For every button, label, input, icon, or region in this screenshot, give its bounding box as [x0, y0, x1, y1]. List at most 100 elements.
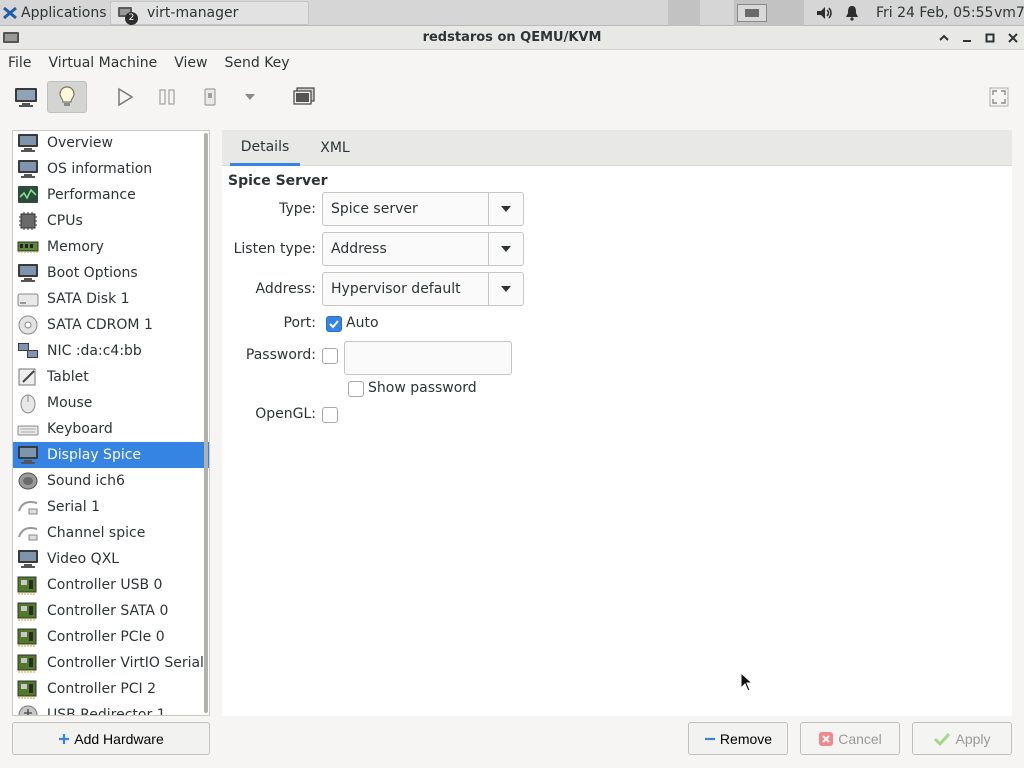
sidebar-item[interactable]: Performance — [13, 182, 209, 208]
user-name: vm7 — [994, 5, 1024, 21]
window-titlebar[interactable]: redstaros on QEMU/KVM — [0, 26, 1024, 50]
tab-details-label: Details — [240, 138, 290, 155]
sidebar-item[interactable]: SATA CDROM 1 — [13, 312, 209, 338]
chevron-up-icon — [939, 34, 949, 41]
sidebar-item[interactable]: Channel spice — [13, 520, 209, 546]
sidebar-item[interactable]: Memory — [13, 234, 209, 260]
password-checkbox[interactable] — [322, 348, 338, 364]
type-combo[interactable]: Spice server — [322, 192, 524, 226]
sidebar-item-label: Controller SATA 0 — [47, 603, 169, 619]
sidebar-item[interactable]: Sound ich6 — [13, 468, 209, 494]
sidebar-item[interactable]: Controller PCI 2 — [13, 676, 209, 702]
plus-icon — [58, 733, 70, 745]
sidebar-item[interactable]: Mouse — [13, 390, 209, 416]
sidebar-item-label: OS information — [47, 161, 153, 177]
hardware-list[interactable]: USB Redirector 1 Controller PCI 2 Controll… — [12, 130, 210, 716]
cpu-chip-icon — [16, 210, 40, 232]
sidebar-item-label: Memory — [47, 239, 104, 255]
sidebar-item[interactable]: OS information — [13, 156, 209, 182]
controller-card-icon — [16, 574, 40, 596]
play-icon — [118, 87, 134, 107]
menu-view[interactable]: View — [174, 55, 207, 71]
type-value: Spice server — [331, 201, 418, 217]
taskbar-task-virt-manager[interactable]: 2 virt-manager — [110, 1, 309, 25]
monitor-icon — [16, 158, 40, 180]
shutdown-button[interactable] — [190, 81, 230, 113]
hard-disk-icon — [16, 288, 40, 310]
password-input[interactable] — [344, 341, 512, 375]
hardware-list-scrollbar[interactable] — [204, 133, 208, 713]
toolbar — [0, 76, 1024, 118]
chevron-down-icon — [501, 206, 511, 212]
sidebar-item[interactable]: Display Spice — [13, 442, 209, 468]
cancel-button[interactable]: Cancel — [800, 722, 900, 755]
remove-button[interactable]: Remove — [688, 722, 788, 755]
sidebar-item[interactable]: Controller VirtIO Serial 0 — [13, 650, 209, 676]
listen-type-dropdown-button[interactable] — [488, 233, 523, 265]
workspace-2[interactable] — [734, 0, 804, 26]
user-menu[interactable]: vm7 — [994, 0, 1024, 26]
sidebar-item-label: SATA Disk 1 — [47, 291, 130, 307]
workspace-window-icon — [737, 4, 767, 22]
sidebar-item[interactable]: Boot Options — [13, 260, 209, 286]
sidebar-item[interactable]: USB Redirector 1 — [13, 702, 209, 716]
maximize-button[interactable] — [981, 29, 999, 47]
details-view-button[interactable] — [47, 81, 87, 113]
shade-button[interactable] — [935, 29, 953, 47]
menu-file[interactable]: File — [8, 55, 31, 71]
volume-icon[interactable] — [815, 0, 835, 26]
opengl-checkbox[interactable] — [322, 407, 338, 423]
password-label: Password: — [245, 347, 316, 363]
monitor-icon — [15, 88, 37, 107]
fullscreen-button[interactable] — [979, 81, 1019, 113]
remove-label: Remove — [719, 730, 773, 747]
speaker-icon — [16, 470, 40, 492]
keyboard-icon — [16, 418, 40, 440]
sidebar-item-label: NIC :da:c4:bb — [47, 343, 142, 359]
address-value: Hypervisor default — [331, 281, 461, 297]
sidebar-item[interactable]: NIC :da:c4:bb — [13, 338, 209, 364]
sidebar-item[interactable]: Controller USB 0 — [13, 572, 209, 598]
shutdown-menu-button[interactable] — [230, 81, 270, 113]
console-view-button[interactable] — [6, 81, 46, 113]
address-combo[interactable]: Hypervisor default — [322, 272, 524, 306]
chevron-down-icon — [501, 286, 511, 292]
clock[interactable]: Fri 24 Feb, 05:55 — [876, 0, 993, 26]
sidebar-item[interactable]: CPUs — [13, 208, 209, 234]
apply-button[interactable]: Apply — [912, 722, 1012, 755]
pause-button[interactable] — [147, 81, 187, 113]
tab-xml[interactable]: XML — [310, 130, 360, 166]
sidebar-item[interactable]: Tablet — [13, 364, 209, 390]
workspace-1[interactable] — [668, 0, 700, 26]
address-dropdown-button[interactable] — [488, 273, 523, 305]
minimize-icon — [963, 40, 971, 42]
minimize-button[interactable] — [958, 29, 976, 47]
show-password-checkbox[interactable] — [348, 381, 364, 397]
power-switch-icon — [204, 88, 216, 106]
fullscreen-icon — [989, 87, 1009, 107]
port-auto-checkbox[interactable] — [326, 316, 342, 332]
tablet-icon — [16, 366, 40, 388]
add-hardware-button[interactable]: Add Hardware — [12, 722, 210, 755]
sidebar-item[interactable]: SATA Disk 1 — [13, 286, 209, 312]
sidebar-item[interactable]: Controller PCIe 0 — [13, 624, 209, 650]
sidebar-item-label: USB Redirector 1 — [47, 707, 166, 716]
run-button[interactable] — [105, 81, 145, 113]
sidebar-item[interactable]: Controller SATA 0 — [13, 598, 209, 624]
sidebar-item[interactable]: Video QXL — [13, 546, 209, 572]
snapshots-button[interactable] — [284, 81, 324, 113]
sidebar-item[interactable]: Keyboard — [13, 416, 209, 442]
sidebar-item[interactable]: Overview — [13, 131, 209, 156]
notification-bell-icon[interactable] — [845, 0, 859, 26]
sidebar-item-label: Controller PCI 2 — [47, 681, 157, 697]
type-dropdown-button[interactable] — [488, 193, 523, 225]
sidebar-item[interactable]: Serial 1 — [13, 494, 209, 520]
menu-virtual-machine[interactable]: Virtual Machine — [48, 55, 157, 71]
tab-details[interactable]: Details — [230, 130, 300, 166]
close-button[interactable] — [1004, 29, 1022, 47]
menu-send-key[interactable]: Send Key — [224, 55, 289, 71]
listen-type-combo[interactable]: Address — [322, 232, 524, 266]
applications-menu[interactable]: Applications — [0, 0, 107, 26]
sidebar-item-label: Mouse — [47, 395, 93, 411]
section-title: Spice Server — [228, 173, 328, 189]
